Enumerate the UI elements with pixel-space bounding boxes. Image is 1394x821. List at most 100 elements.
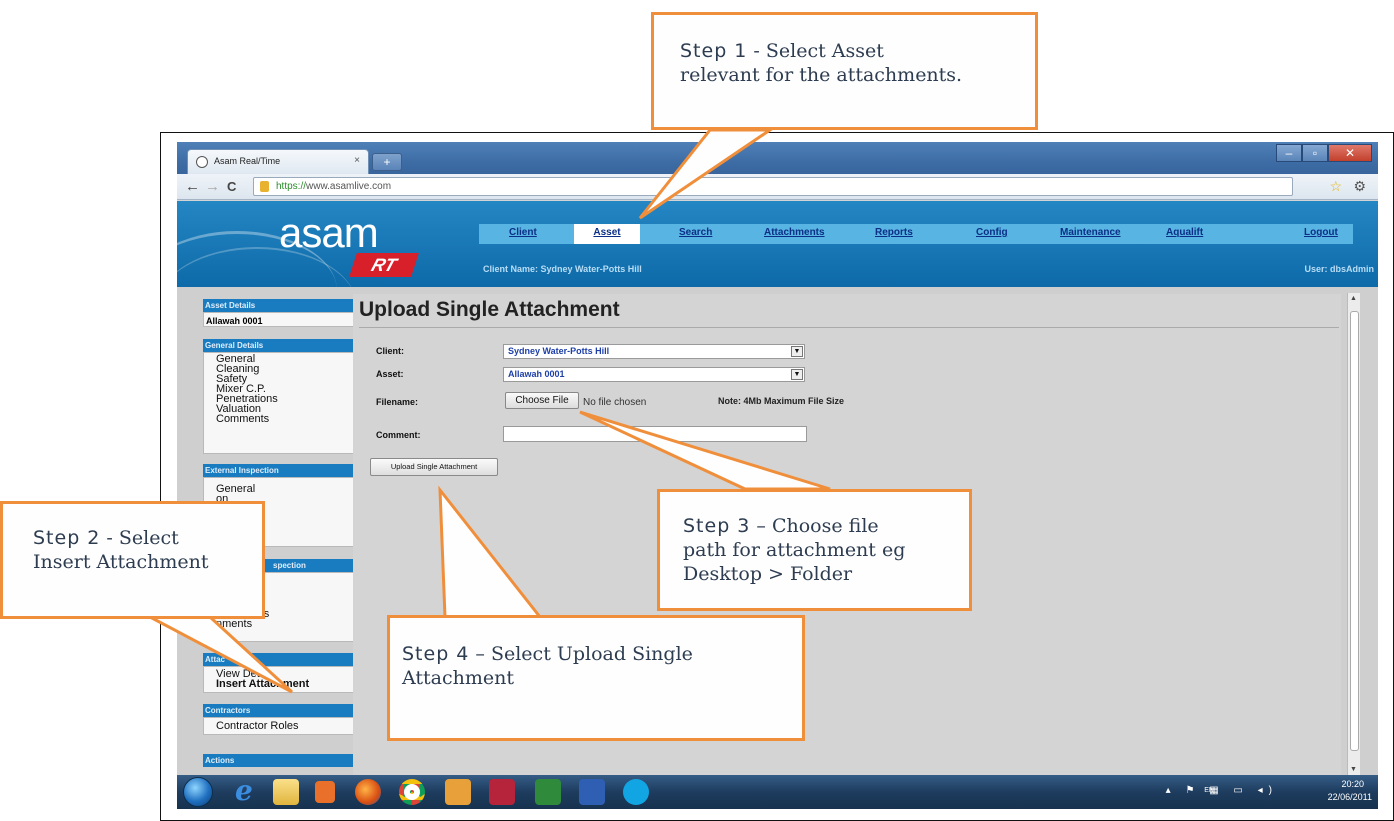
start-button-icon[interactable]	[183, 777, 213, 807]
step1-line2: relevant for the attachments.	[680, 64, 963, 86]
access-icon[interactable]	[489, 779, 515, 805]
client-name: Client Name: Sydney Water-Potts Hill	[483, 264, 642, 274]
nav-config[interactable]: Config	[976, 227, 1008, 238]
step3-callout: Step 3 – Choose file path for attachment…	[657, 489, 972, 611]
step4-callout: Step 4 – Select Upload Single Attachment	[387, 615, 805, 741]
nav-reports[interactable]: Reports	[875, 227, 913, 238]
step4-lead: Step 4	[402, 643, 470, 665]
close-icon[interactable]: ✕	[1328, 144, 1372, 162]
nav-client[interactable]: Client	[509, 227, 537, 238]
wrench-icon[interactable]: ⚙	[1353, 178, 1366, 195]
step2-lead: Step 2	[33, 527, 101, 549]
internet-explorer-icon[interactable]: e	[235, 777, 261, 805]
vertical-scrollbar[interactable]: ▲ ▼	[1347, 293, 1360, 775]
file-size-note: Note: 4Mb Maximum File Size	[718, 396, 845, 406]
bookmark-star-icon[interactable]: ☆	[1329, 178, 1342, 195]
step2-rest: - Select	[100, 527, 179, 549]
clock-date[interactable]: 22/06/2011	[1328, 792, 1372, 802]
folder-icon[interactable]	[273, 779, 299, 805]
browser-tab[interactable]: Asam Real/Time ×	[187, 149, 369, 174]
system-tray-icons[interactable]: ▴ ⚑ ▦ ▭ ◂)	[1166, 785, 1278, 796]
asset-details-header: Asset Details	[203, 299, 354, 312]
asset-value: Allawah 0001	[206, 316, 263, 326]
step4-line2: Attachment	[402, 667, 514, 689]
contractors-header: Contractors	[203, 704, 354, 717]
client-label: Client:	[376, 346, 404, 356]
favicon-icon	[196, 156, 208, 168]
choose-file-button[interactable]: Choose File	[505, 392, 579, 409]
url-scheme: https://	[276, 181, 307, 192]
lock-icon	[260, 181, 269, 192]
outlook-icon[interactable]	[445, 779, 471, 805]
comment-input[interactable]	[503, 426, 807, 442]
asset-details-box: Allawah 0001	[203, 312, 354, 327]
general-details-header: General Details	[203, 339, 354, 352]
step3-line3: Desktop > Folder	[683, 563, 853, 585]
scroll-thumb[interactable]	[1350, 311, 1359, 751]
step3-rest: – Choose file	[750, 515, 879, 537]
step2-callout: Step 2 - Select Insert Attachment	[0, 501, 265, 619]
sidebar-item-int-5[interactable]: nments	[204, 619, 353, 630]
filename-label: Filename:	[376, 397, 419, 407]
step1-rest: - Select Asset	[747, 40, 884, 62]
window-controls: – ▫ ✕	[1276, 144, 1372, 162]
nav-logout[interactable]: Logout	[1304, 227, 1338, 238]
new-tab-button[interactable]: +	[372, 153, 402, 171]
scroll-down-icon[interactable]: ▼	[1350, 766, 1357, 773]
back-icon[interactable]: ←	[185, 178, 200, 195]
external-inspection-header: External Inspection	[203, 464, 354, 477]
sidebar-item-comments[interactable]: Comments	[204, 414, 353, 425]
media-player-icon[interactable]	[315, 781, 335, 803]
browser-toolbar: ← → C https://www.asamlive.com ☆ ⚙	[177, 174, 1378, 200]
tab-strip: Asam Real/Time × + – ▫ ✕	[177, 142, 1378, 174]
step2-line2: Insert Attachment	[33, 551, 209, 573]
sidebar-item-insert-attachment[interactable]: Insert Attachment	[204, 679, 353, 690]
app-banner: asam RT Client Asset Search Attachments …	[177, 201, 1378, 287]
step1-callout: Step 1 - Select Asset relevant for the a…	[651, 12, 1038, 130]
step3-line2: path for attachment eg	[683, 539, 906, 561]
rt-logo: RT	[349, 253, 419, 277]
contractors-list: Contractor Roles	[203, 717, 354, 735]
chrome-icon[interactable]	[399, 779, 425, 805]
clock-time[interactable]: 20:20	[1341, 779, 1364, 789]
asset-select[interactable]: Allawah 0001 ▼	[503, 367, 805, 382]
user-name: User: dbsAdmin	[1304, 264, 1374, 274]
asset-label: Asset:	[376, 369, 404, 379]
title-divider	[359, 327, 1339, 328]
scroll-up-icon[interactable]: ▲	[1350, 295, 1357, 302]
tab-title: Asam Real/Time	[214, 156, 281, 166]
step3-lead: Step 3	[683, 515, 751, 537]
client-select[interactable]: Sydney Water-Potts Hill ▼	[503, 344, 805, 359]
step4-rest: – Select Upload Single	[469, 643, 693, 665]
url-host: www.asamlive.com	[306, 181, 392, 192]
upload-single-attachment-button[interactable]: Upload Single Attachment	[370, 458, 498, 476]
asset-select-value: Allawah 0001	[508, 369, 565, 379]
nav-attachments[interactable]: Attachments	[764, 227, 825, 238]
forward-icon[interactable]: →	[205, 178, 220, 195]
asam-logo: asam	[279, 209, 379, 256]
nav-aqualift[interactable]: Aqualift	[1166, 227, 1203, 238]
tab-close-icon[interactable]: ×	[354, 155, 360, 166]
client-select-value: Sydney Water-Potts Hill	[508, 346, 610, 356]
excel-icon[interactable]	[535, 779, 561, 805]
general-details-list: General Cleaning Safety Mixer C.P. Penet…	[203, 352, 354, 454]
nav-search[interactable]: Search	[679, 227, 712, 238]
attachments-header: Attac	[203, 653, 354, 666]
chevron-down-icon[interactable]: ▼	[791, 369, 803, 380]
address-bar[interactable]: https://www.asamlive.com	[253, 177, 1293, 196]
sidebar-item-contractor-roles[interactable]: Contractor Roles	[204, 721, 353, 732]
nav-asset[interactable]: Asset	[574, 224, 640, 244]
word-icon[interactable]	[579, 779, 605, 805]
minimize-icon[interactable]: –	[1276, 144, 1302, 162]
chevron-down-icon[interactable]: ▼	[791, 346, 803, 357]
attachments-list: View Deta Insert Attachment	[203, 666, 354, 693]
step1-lead: Step 1	[680, 40, 748, 62]
skype-icon[interactable]	[623, 779, 649, 805]
firefox-icon[interactable]	[355, 779, 381, 805]
windows-taskbar: e EN ▴ ⚑ ▦ ▭ ◂) 20:20 22/06/2011	[177, 775, 1378, 809]
no-file-text: No file chosen	[583, 397, 647, 408]
nav-maintenance[interactable]: Maintenance	[1060, 227, 1121, 238]
reload-icon[interactable]: C	[227, 179, 236, 194]
page-title: Upload Single Attachment	[359, 298, 620, 321]
maximize-icon[interactable]: ▫	[1302, 144, 1328, 162]
